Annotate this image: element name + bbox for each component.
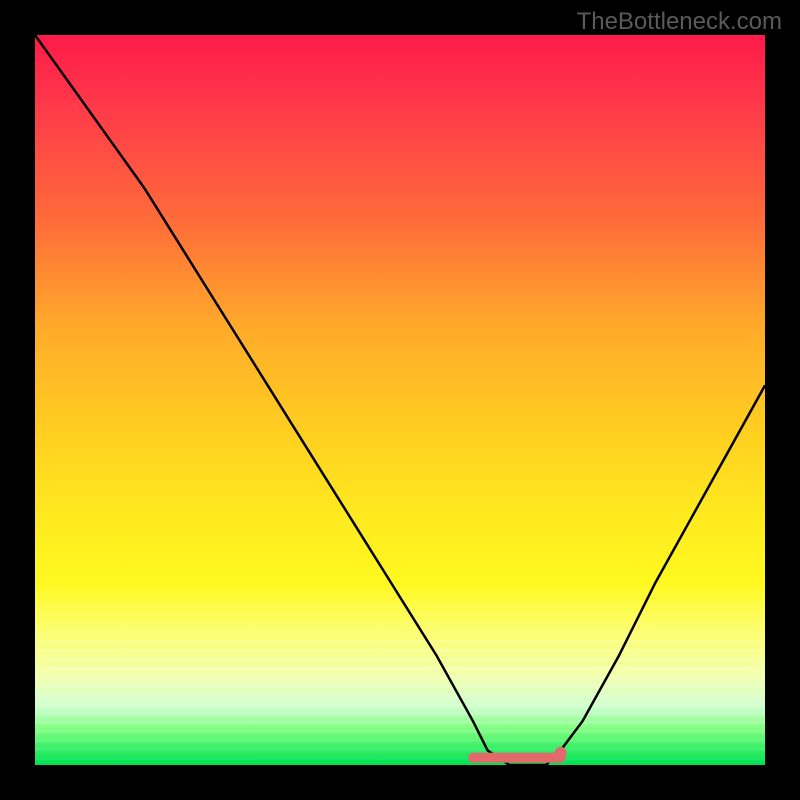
plot-area	[35, 35, 765, 765]
bottleneck-curve	[35, 35, 765, 765]
watermark-text: TheBottleneck.com	[577, 8, 782, 36]
